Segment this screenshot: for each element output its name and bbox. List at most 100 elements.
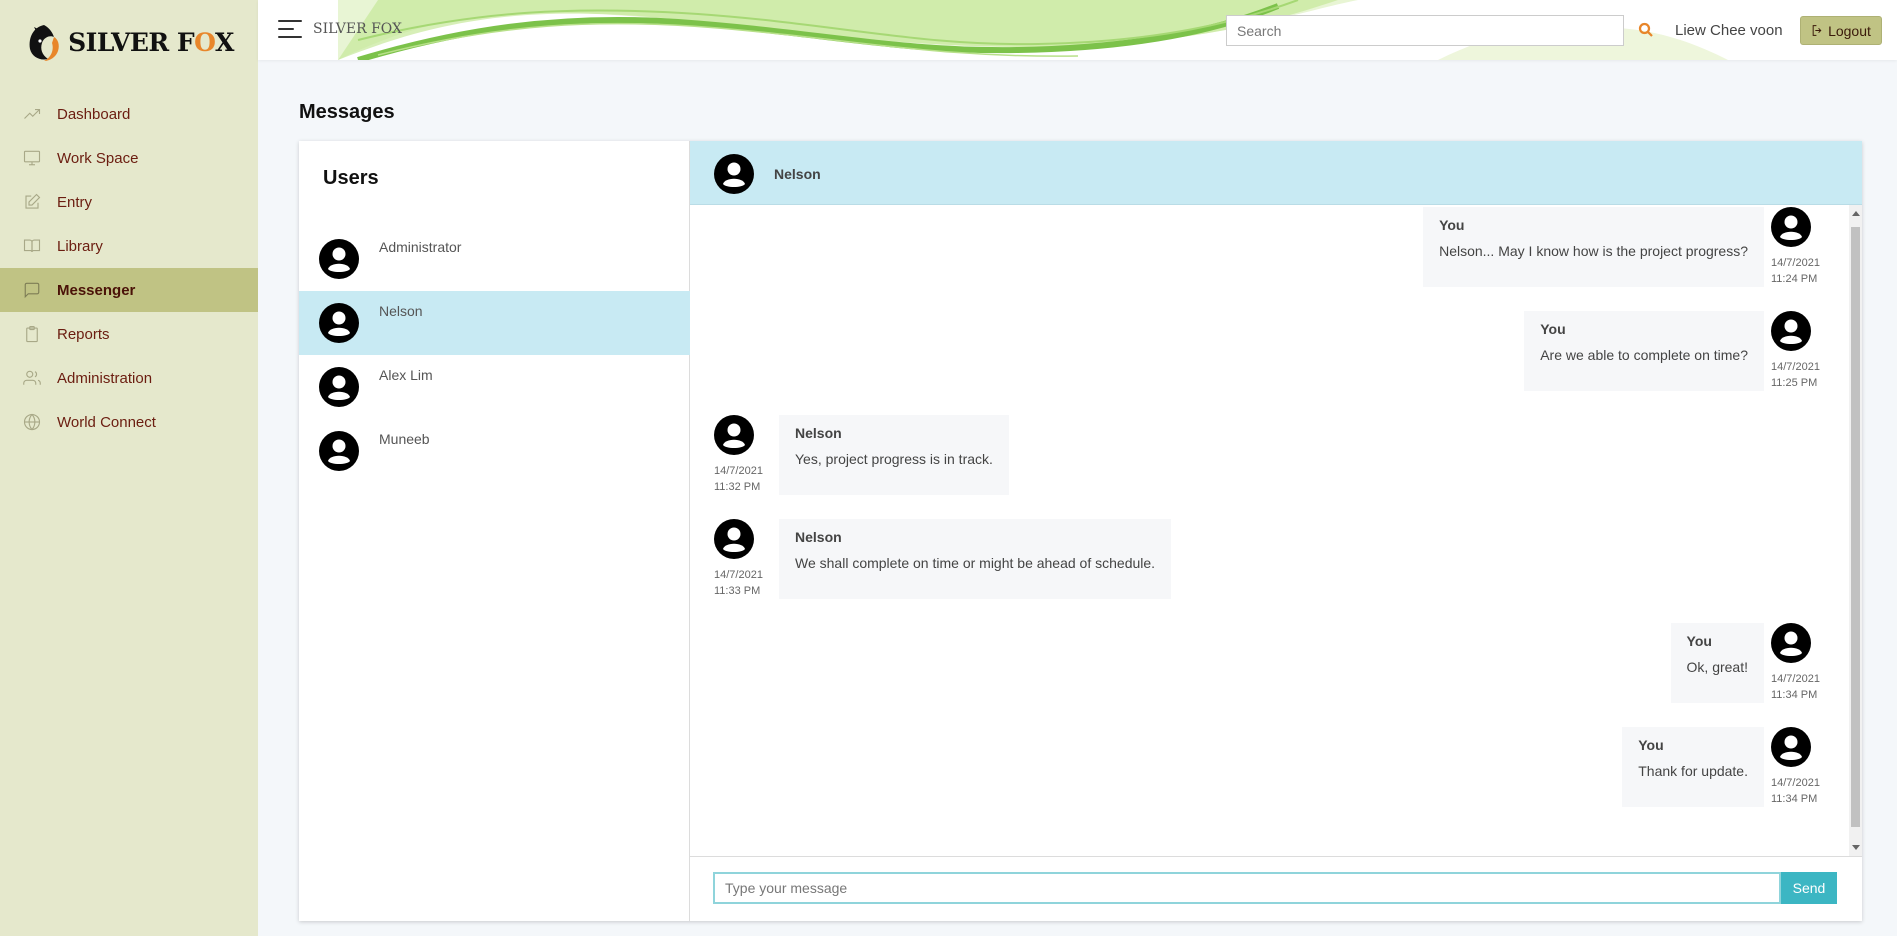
- message-sender: You: [1638, 737, 1664, 753]
- message-outgoing: You Ok, great! 14/7/2021 11:34 PM: [690, 621, 1862, 711]
- message-timestamp: 14/7/2021 11:24 PM: [1771, 257, 1820, 285]
- monitor-icon: [22, 148, 42, 168]
- current-user-name[interactable]: Liew Chee voon: [1675, 22, 1783, 39]
- sidebar-item-label: Library: [57, 237, 103, 255]
- chat-icon: [22, 280, 42, 300]
- message-bubble: You Ok, great!: [1670, 623, 1764, 703]
- message-bubble: Nelson We shall complete on time or migh…: [779, 519, 1172, 599]
- message-sender: Nelson: [795, 529, 842, 545]
- sidebar-item-label: Reports: [57, 325, 110, 343]
- message-text: Yes, project progress is in track.: [795, 451, 993, 467]
- user-item-muneeb[interactable]: Muneeb: [299, 419, 690, 483]
- message-sender: Nelson: [795, 425, 842, 441]
- clipboard-icon: [22, 324, 42, 344]
- scroll-thumb[interactable]: [1851, 227, 1860, 827]
- logout-button[interactable]: Logout: [1800, 16, 1882, 45]
- avatar-icon: [714, 154, 754, 194]
- sidebar-item-label: World Connect: [57, 413, 156, 431]
- sidebar-item-label: Administration: [57, 369, 153, 387]
- message-text: We shall complete on time or might be ah…: [795, 555, 1156, 571]
- message-outgoing: You Thank for update. 14/7/2021 11:34 PM: [690, 725, 1862, 815]
- send-button[interactable]: Send: [1781, 872, 1837, 904]
- message-timestamp: 14/7/2021 11:34 PM: [1771, 673, 1820, 701]
- sidebar-item-label: Entry: [57, 193, 93, 211]
- message-timestamp: 14/7/2021 11:34 PM: [1771, 777, 1820, 805]
- user-item-nelson[interactable]: Nelson: [299, 291, 690, 355]
- avatar-icon: [1771, 623, 1811, 663]
- user-name: Alex Lim: [379, 367, 433, 383]
- message-outgoing: You Nelson... May I know how is the proj…: [690, 205, 1862, 295]
- message-timestamp: 14/7/2021 11:25 PM: [1771, 361, 1820, 389]
- sidebar-item-library[interactable]: Library: [0, 224, 258, 268]
- message-text: Thank for update.: [1638, 763, 1748, 779]
- avatar-icon: [714, 415, 754, 455]
- sidebar-item-dashboard[interactable]: Dashboard: [0, 92, 258, 136]
- avatar-icon: [319, 303, 359, 343]
- sidebar-item-messenger[interactable]: Messenger: [0, 268, 258, 312]
- header-brand-name: SILVER FOX: [313, 21, 402, 37]
- message-scrollbar[interactable]: [1849, 205, 1862, 856]
- scroll-up-icon[interactable]: [1852, 211, 1860, 216]
- chat-contact-name: Nelson: [774, 166, 821, 182]
- sidebar-item-work-space[interactable]: Work Space: [0, 136, 258, 180]
- logo-text: SILVER FOX: [68, 27, 234, 57]
- message-input[interactable]: [713, 872, 1781, 904]
- message-outgoing: You Are we able to complete on time? 14/…: [690, 309, 1862, 399]
- scroll-down-icon[interactable]: [1852, 845, 1860, 850]
- message-bubble: Nelson Yes, project progress is in track…: [779, 415, 1009, 495]
- search-input[interactable]: [1226, 15, 1624, 46]
- avatar-icon: [319, 367, 359, 407]
- sidebar-item-label: Work Space: [57, 149, 139, 167]
- trend-icon: [22, 104, 42, 124]
- users-pane: Users Administrator Nelson Alex Lim Mune…: [299, 141, 690, 921]
- sidebar-nav: Dashboard Work Space Entry Library Messe…: [0, 92, 258, 444]
- message-list[interactable]: You Nelson... May I know how is the proj…: [690, 205, 1862, 856]
- top-header: SILVER FOX Liew Chee voon Logout: [258, 0, 1897, 60]
- edit-icon: [22, 192, 42, 212]
- sidebar-item-reports[interactable]: Reports: [0, 312, 258, 356]
- message-incoming: 14/7/2021 11:33 PM Nelson We shall comple…: [690, 517, 1862, 607]
- message-text: Nelson... May I know how is the project …: [1439, 243, 1748, 259]
- message-timestamp: 14/7/2021 11:33 PM: [714, 569, 763, 597]
- logo[interactable]: SILVER FOX: [0, 0, 258, 84]
- message-text: Ok, great!: [1686, 659, 1748, 675]
- message-bubble: You Nelson... May I know how is the proj…: [1423, 207, 1764, 287]
- sidebar-item-world-connect[interactable]: World Connect: [0, 400, 258, 444]
- menu-toggle-icon[interactable]: [278, 20, 302, 40]
- messenger-card: Users Administrator Nelson Alex Lim Mune…: [299, 141, 1862, 921]
- sidebar-item-entry[interactable]: Entry: [0, 180, 258, 224]
- avatar-icon: [1771, 207, 1811, 247]
- message-sender: You: [1686, 633, 1712, 649]
- users-title: Users: [323, 167, 379, 189]
- avatar-icon: [319, 239, 359, 279]
- avatar-icon: [1771, 311, 1811, 351]
- users-icon: [22, 368, 42, 388]
- user-item-administrator[interactable]: Administrator: [299, 227, 690, 291]
- message-bubble: You Thank for update.: [1622, 727, 1764, 807]
- chat-header: Nelson: [690, 141, 1862, 205]
- message-incoming: 14/7/2021 11:32 PM Nelson Yes, project pr…: [690, 413, 1862, 503]
- search-icon[interactable]: [1637, 21, 1655, 39]
- user-name: Muneeb: [379, 431, 430, 447]
- page-title: Messages: [299, 101, 395, 123]
- globe-icon: [22, 412, 42, 432]
- sidebar-item-label: Messenger: [57, 281, 136, 299]
- message-timestamp: 14/7/2021 11:32 PM: [714, 465, 763, 493]
- message-text: Are we able to complete on time?: [1540, 347, 1748, 363]
- logout-label: Logout: [1828, 22, 1871, 39]
- logout-icon: [1812, 25, 1822, 36]
- user-name: Nelson: [379, 303, 423, 319]
- book-icon: [22, 236, 42, 256]
- user-list: Administrator Nelson Alex Lim Muneeb: [299, 227, 690, 483]
- message-composer: Send: [690, 856, 1862, 921]
- sidebar-item-administration[interactable]: Administration: [0, 356, 258, 400]
- sidebar: SILVER FOX Dashboard Work Space Entry Li…: [0, 0, 258, 936]
- message-sender: You: [1439, 217, 1465, 233]
- avatar-icon: [1771, 727, 1811, 767]
- user-item-alex-lim[interactable]: Alex Lim: [299, 355, 690, 419]
- chat-pane: Nelson You Nelson... May I know how is t…: [690, 141, 1862, 921]
- message-sender: You: [1540, 321, 1566, 337]
- user-name: Administrator: [379, 239, 462, 255]
- sidebar-item-label: Dashboard: [57, 105, 131, 123]
- message-bubble: You Are we able to complete on time?: [1524, 311, 1764, 391]
